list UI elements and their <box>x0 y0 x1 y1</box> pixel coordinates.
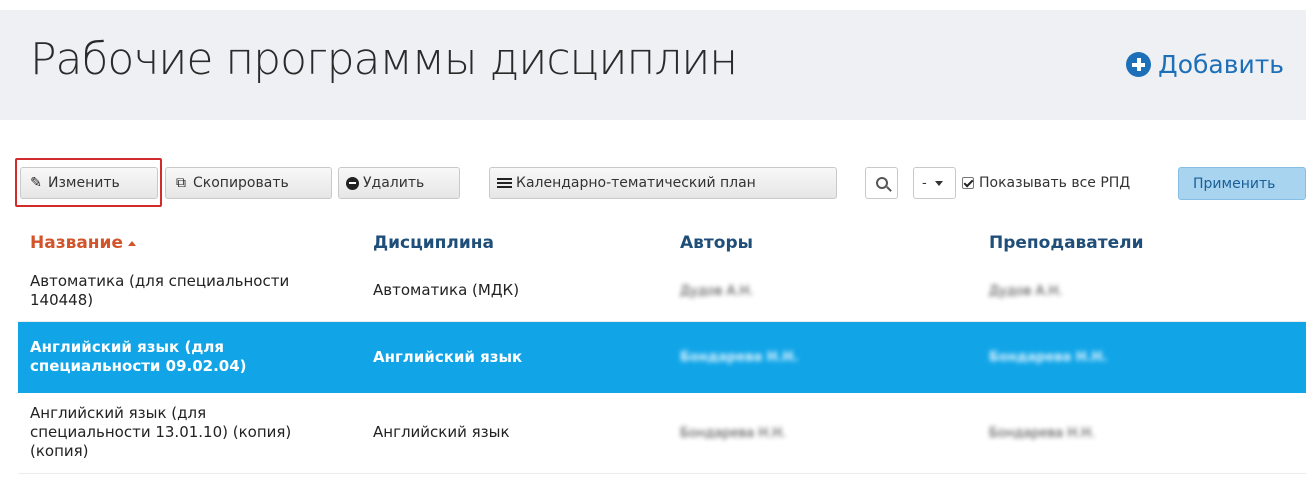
table-header-row: Название Дисциплина Авторы Преподаватели <box>18 225 1306 261</box>
cell-discipline: Английский язык <box>361 393 668 474</box>
copy-button[interactable]: ⧉ Скопировать <box>165 167 332 199</box>
cell-name-line: специальности 09.02.04) <box>30 357 247 376</box>
cell-discipline: Английский язык <box>361 321 668 393</box>
cell-name: Английский язык (для специальности 09.02… <box>18 321 361 393</box>
cell-authors: Бондарева Н.Н. <box>668 321 977 393</box>
list-icon <box>497 177 512 190</box>
cell-discipline: Автоматика (МДК) <box>361 261 668 322</box>
search-button[interactable] <box>865 167 898 199</box>
cell-name-line: Английский язык (для <box>30 338 225 357</box>
teachers-value: Бондарева Н.Н. <box>989 350 1108 366</box>
cell-teachers: Бондарева Н.Н. <box>977 321 1306 393</box>
cell-teachers: Дудов А.Н. <box>977 261 1306 322</box>
minus-circle-icon <box>346 176 359 190</box>
calendar-plan-button[interactable]: Календарно-тематический план <box>489 167 837 199</box>
authors-value: Бондарева Н.Н. <box>680 350 799 366</box>
cell-name-line: Автоматика (для специальности <box>30 271 290 290</box>
column-header-authors[interactable]: Авторы <box>668 225 977 261</box>
column-header-discipline[interactable]: Дисциплина <box>361 225 668 261</box>
show-all-label: Показывать все РПД <box>979 175 1131 191</box>
table-row[interactable]: Автоматика (для специальности 140448) Ав… <box>18 261 1306 322</box>
search-icon <box>875 177 888 189</box>
delete-button[interactable]: Удалить <box>338 167 460 199</box>
cell-name-line: 140448) <box>30 290 94 309</box>
cell-name-line: Английский язык (для <box>30 404 207 423</box>
edit-button-label: Изменить <box>48 175 120 191</box>
column-header-teachers[interactable]: Преподаватели <box>977 225 1306 261</box>
authors-value: Дудов А.Н. <box>680 283 754 299</box>
top-band <box>0 0 1306 10</box>
add-button[interactable]: Добавить <box>1126 50 1284 79</box>
cell-name-line: специальности 13.01.10) (копия) <box>30 423 292 442</box>
column-header-name[interactable]: Название <box>18 225 361 261</box>
edit-button[interactable]: ✎ Изменить <box>20 167 158 199</box>
cell-name-line: (копия) <box>30 442 89 461</box>
apply-button-label: Применить <box>1193 175 1276 192</box>
cell-authors: Дудов А.Н. <box>668 261 977 322</box>
column-header-name-label: Название <box>30 233 123 253</box>
table-row-selected[interactable]: Английский язык (для специальности 09.02… <box>18 321 1306 393</box>
copy-button-label: Скопировать <box>193 175 289 191</box>
apply-button[interactable]: Применить <box>1178 167 1306 200</box>
cell-teachers: Бондарева Н.Н. <box>977 393 1306 474</box>
show-all-checkbox[interactable] <box>962 177 974 189</box>
page-header: Рабочие программы дисциплин Добавить <box>0 10 1306 120</box>
teachers-value: Бондарева Н.Н. <box>989 425 1096 441</box>
toolbar: ✎ Изменить ⧉ Скопировать Удалить Календа… <box>15 158 1306 208</box>
delete-button-label: Удалить <box>363 175 425 191</box>
filter-select[interactable]: - <box>913 167 956 199</box>
copy-icon: ⧉ <box>176 175 186 191</box>
page-title: Рабочие программы дисциплин <box>30 34 738 85</box>
pencil-icon: ✎ <box>30 175 42 191</box>
rpd-table: Название Дисциплина Авторы Преподаватели… <box>18 225 1306 474</box>
cell-name: Автоматика (для специальности 140448) <box>18 261 361 322</box>
cell-name: Английский язык (для специальности 13.01… <box>18 393 361 474</box>
teachers-value: Дудов А.Н. <box>989 283 1063 299</box>
table-row[interactable]: Английский язык (для специальности 13.01… <box>18 393 1306 474</box>
sort-asc-icon <box>128 240 136 246</box>
add-button-label: Добавить <box>1158 50 1284 79</box>
filter-select-value: - <box>922 175 927 191</box>
plus-circle-icon <box>1126 52 1152 77</box>
calendar-plan-button-label: Календарно-тематический план <box>516 175 756 191</box>
cell-authors: Бондарева Н.Н. <box>668 393 977 474</box>
show-all-toggle[interactable]: Показывать все РПД <box>962 175 1130 191</box>
chevron-down-icon <box>934 180 943 186</box>
authors-value: Бондарева Н.Н. <box>680 425 787 441</box>
